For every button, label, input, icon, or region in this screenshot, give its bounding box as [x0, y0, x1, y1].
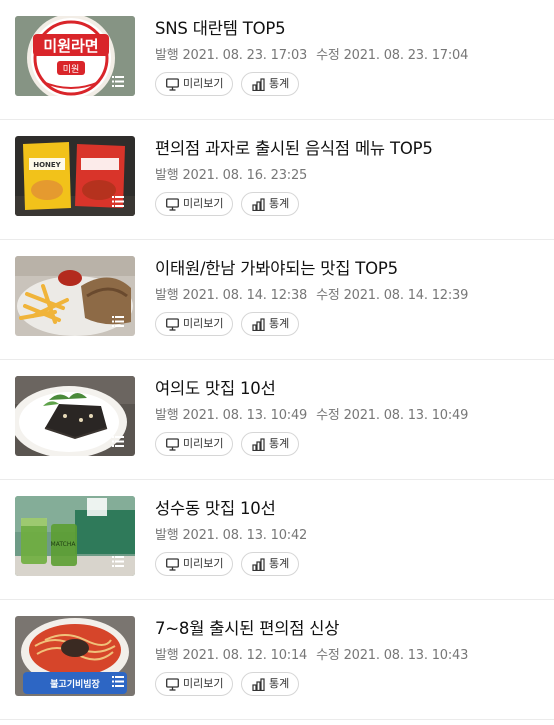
stats-button[interactable]: 통계	[241, 72, 299, 96]
stats-label: 통계	[269, 437, 290, 450]
modified-label: 수정	[316, 48, 340, 63]
monitor-icon	[166, 318, 179, 331]
published-label: 발행	[155, 48, 179, 63]
bar-chart-icon	[252, 558, 265, 571]
published-label: 발행	[155, 168, 179, 183]
post-title[interactable]: 성수동 맛집 10선	[155, 495, 276, 519]
post-meta: 발행 2021. 08. 12. 10:14 수정 2021. 08. 13. 1…	[155, 644, 468, 663]
published-label: 발행	[155, 288, 179, 303]
multi-image-icon	[112, 196, 124, 207]
post-thumbnail[interactable]: 불고기비빔장	[15, 616, 135, 696]
thumb-product-text: MATCHA	[51, 541, 77, 548]
published-label: 발행	[155, 648, 179, 663]
multi-image-icon	[112, 436, 124, 447]
post-thumbnail[interactable]	[15, 256, 135, 336]
list-item: MATCHA 성수동 맛집 10선 발행 2021. 08. 13. 10:42…	[0, 480, 554, 600]
modified-label: 수정	[316, 288, 340, 303]
multi-image-icon	[112, 676, 124, 687]
post-meta: 발행 2021. 08. 23. 17:03 수정 2021. 08. 23. 1…	[155, 44, 468, 63]
post-title[interactable]: 7~8월 출시된 편의점 신상	[155, 615, 339, 639]
modified-date: 2021. 08. 13. 10:49	[343, 408, 469, 423]
multi-image-icon	[112, 316, 124, 327]
post-thumbnail[interactable]: MATCHA	[15, 496, 135, 576]
monitor-icon	[166, 438, 179, 451]
list-item: HONEY 편의점 과자로 출시된 음식점 메뉴 TOP5 발행 2021. 0…	[0, 120, 554, 240]
stats-label: 통계	[269, 77, 290, 90]
stats-button[interactable]: 통계	[241, 312, 299, 336]
thumb-product-text: 불고기비빔장	[50, 678, 100, 690]
thumb-product-text: 미원라면	[43, 37, 98, 55]
svg-text:미원: 미원	[63, 64, 80, 75]
post-meta: 발행 2021. 08. 16. 23:25	[155, 164, 307, 183]
post-list: 미원라면 미원 SNS 대란템 TOP5 발행 2021. 08. 23. 17…	[0, 0, 554, 720]
published-date: 2021. 08. 16. 23:25	[182, 168, 308, 183]
bar-chart-icon	[252, 438, 265, 451]
bar-chart-icon	[252, 318, 265, 331]
post-meta: 발행 2021. 08. 13. 10:42	[155, 524, 307, 543]
preview-label: 미리보기	[183, 197, 224, 210]
stats-button[interactable]: 통계	[241, 432, 299, 456]
preview-button[interactable]: 미리보기	[155, 552, 233, 576]
published-label: 발행	[155, 408, 179, 423]
list-item: 미원라면 미원 SNS 대란템 TOP5 발행 2021. 08. 23. 17…	[0, 0, 554, 120]
preview-label: 미리보기	[183, 77, 224, 90]
preview-label: 미리보기	[183, 437, 224, 450]
monitor-icon	[166, 198, 179, 211]
preview-button[interactable]: 미리보기	[155, 672, 233, 696]
post-thumbnail[interactable]: HONEY	[15, 136, 135, 216]
preview-label: 미리보기	[183, 557, 224, 570]
monitor-icon	[166, 78, 179, 91]
published-date: 2021. 08. 13. 10:42	[182, 528, 308, 543]
preview-button[interactable]: 미리보기	[155, 312, 233, 336]
modified-label: 수정	[316, 648, 340, 663]
multi-image-icon	[112, 556, 124, 567]
stats-label: 통계	[269, 677, 290, 690]
modified-date: 2021. 08. 23. 17:04	[343, 48, 469, 63]
stats-label: 통계	[269, 557, 290, 570]
post-thumbnail[interactable]	[15, 376, 135, 456]
bar-chart-icon	[252, 678, 265, 691]
stats-button[interactable]: 통계	[241, 552, 299, 576]
published-label: 발행	[155, 528, 179, 543]
stats-button[interactable]: 통계	[241, 672, 299, 696]
preview-label: 미리보기	[183, 677, 224, 690]
modified-label: 수정	[316, 408, 340, 423]
monitor-icon	[166, 678, 179, 691]
published-date: 2021. 08. 23. 17:03	[182, 48, 308, 63]
multi-image-icon	[112, 76, 124, 87]
stats-button[interactable]: 통계	[241, 192, 299, 216]
published-date: 2021. 08. 13. 10:49	[182, 408, 308, 423]
published-date: 2021. 08. 12. 10:14	[182, 648, 308, 663]
preview-button[interactable]: 미리보기	[155, 192, 233, 216]
post-meta: 발행 2021. 08. 14. 12:38 수정 2021. 08. 14. 1…	[155, 284, 468, 303]
preview-button[interactable]: 미리보기	[155, 72, 233, 96]
list-item: 이태원/한남 가봐야되는 맛집 TOP5 발행 2021. 08. 14. 12…	[0, 240, 554, 360]
modified-date: 2021. 08. 13. 10:43	[343, 648, 469, 663]
thumb-product-text: HONEY	[33, 161, 61, 169]
post-thumbnail[interactable]: 미원라면 미원	[15, 16, 135, 96]
modified-date: 2021. 08. 14. 12:39	[343, 288, 469, 303]
post-title[interactable]: 이태원/한남 가봐야되는 맛집 TOP5	[155, 255, 398, 279]
post-meta: 발행 2021. 08. 13. 10:49 수정 2021. 08. 13. 1…	[155, 404, 468, 423]
post-title[interactable]: 편의점 과자로 출시된 음식점 메뉴 TOP5	[155, 135, 433, 159]
monitor-icon	[166, 558, 179, 571]
stats-label: 통계	[269, 197, 290, 210]
preview-label: 미리보기	[183, 317, 224, 330]
bar-chart-icon	[252, 78, 265, 91]
post-title[interactable]: SNS 대란템 TOP5	[155, 15, 286, 39]
published-date: 2021. 08. 14. 12:38	[182, 288, 308, 303]
post-title[interactable]: 여의도 맛집 10선	[155, 375, 276, 399]
list-item: 여의도 맛집 10선 발행 2021. 08. 13. 10:49 수정 2021…	[0, 360, 554, 480]
stats-label: 통계	[269, 317, 290, 330]
list-item: 불고기비빔장 7~8월 출시된 편의점 신상 발행 2021. 08. 12. …	[0, 600, 554, 720]
preview-button[interactable]: 미리보기	[155, 432, 233, 456]
bar-chart-icon	[252, 198, 265, 211]
